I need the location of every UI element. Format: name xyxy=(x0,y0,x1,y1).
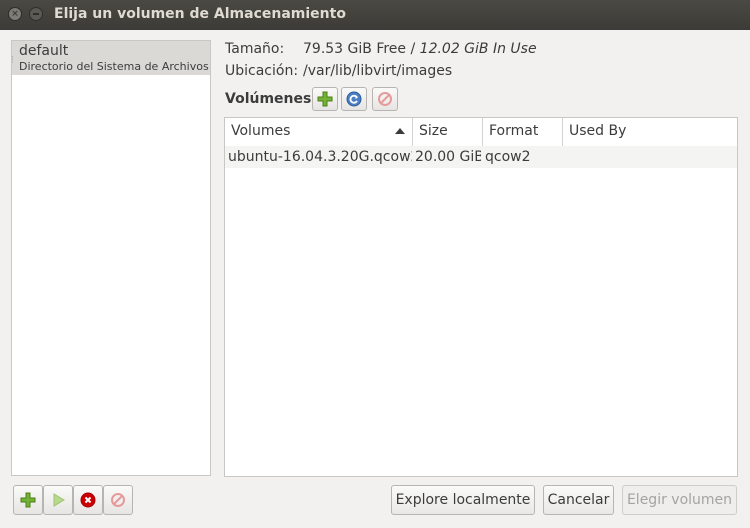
refresh-icon xyxy=(346,91,362,107)
start-pool-button[interactable] xyxy=(43,485,73,515)
cancel-button[interactable]: Cancelar xyxy=(543,485,614,515)
plus-icon xyxy=(317,91,333,107)
size-used: 12.02 GiB In Use xyxy=(419,41,537,57)
column-header-volumes[interactable]: Volumes xyxy=(225,118,413,146)
column-header-label: Format xyxy=(489,123,539,139)
column-header-format[interactable]: Format xyxy=(483,118,563,146)
add-pool-button[interactable] xyxy=(13,485,43,515)
volumes-table[interactable]: Volumes Size Format Used By ubuntu-16.04… xyxy=(224,117,738,477)
column-header-size[interactable]: Size xyxy=(413,118,483,146)
volume-used-by-cell xyxy=(567,146,727,168)
explore-locally-button[interactable]: Explore localmente xyxy=(391,485,535,515)
title-bar: × Elija un volumen de Almacenamiento xyxy=(0,0,750,30)
table-header: Volumes Size Format Used By xyxy=(225,118,737,147)
volumes-label: Volúmenes xyxy=(225,91,312,107)
no-entry-icon xyxy=(111,493,125,507)
location-label: Ubicación: xyxy=(225,63,299,79)
add-volume-button[interactable] xyxy=(312,87,338,111)
no-entry-icon xyxy=(378,92,392,106)
pool-type: Directorio del Sistema de Archivos xyxy=(19,60,209,73)
location-value: /var/lib/libvirt/images xyxy=(303,63,453,79)
choose-volume-button[interactable]: Elegir volumen xyxy=(622,485,737,515)
storage-pool-list[interactable]: ⁝ default Directorio del Sistema de Arch… xyxy=(11,40,211,476)
volume-format-cell: qcow2 xyxy=(485,149,531,165)
table-row[interactable]: ubuntu-16.04.3.20G.qcow2 20.00 GiB qcow2 xyxy=(225,146,737,168)
play-icon xyxy=(53,493,65,507)
delete-pool-button[interactable] xyxy=(103,485,133,515)
window-title: Elija un volumen de Almacenamiento xyxy=(54,6,346,22)
column-header-label: Size xyxy=(419,123,448,139)
size-free: 79.53 GiB Free / xyxy=(303,41,416,57)
refresh-volumes-button[interactable] xyxy=(341,87,367,111)
size-value: 79.53 GiB Free / 12.02 GiB In Use xyxy=(303,41,537,57)
column-header-label: Volumes xyxy=(231,123,291,139)
stop-icon xyxy=(80,492,96,508)
column-header-label: Used By xyxy=(569,123,627,139)
delete-volume-button[interactable] xyxy=(372,87,398,111)
pool-name: default xyxy=(19,43,69,59)
size-label: Tamaño: xyxy=(225,41,285,57)
sort-ascending-icon xyxy=(395,128,405,134)
pool-item-default[interactable]: ⁝ default Directorio del Sistema de Arch… xyxy=(12,41,210,75)
stop-pool-button[interactable] xyxy=(73,485,103,515)
column-header-used-by[interactable]: Used By xyxy=(563,118,737,146)
minimize-window-icon[interactable] xyxy=(29,7,43,21)
volume-name-cell: ubuntu-16.04.3.20G.qcow2 xyxy=(228,149,412,165)
close-window-icon[interactable]: × xyxy=(8,7,22,21)
folder-icon: ⁝ xyxy=(12,53,14,66)
volume-size-cell: 20.00 GiB xyxy=(415,149,481,165)
plus-icon xyxy=(20,492,36,508)
